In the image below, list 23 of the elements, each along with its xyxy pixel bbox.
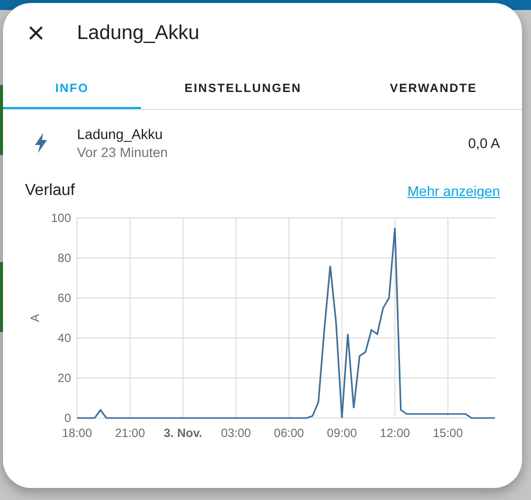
x-tick-label: 06:00: [274, 426, 304, 440]
history-title: Verlauf: [25, 182, 75, 200]
x-tick-label: 09:00: [326, 426, 357, 440]
x-tick-label: 18:00: [62, 426, 92, 440]
y-axis-label: A: [28, 314, 42, 322]
entity-state: 0,0 A: [468, 135, 500, 151]
x-tick-label: 03:00: [220, 426, 251, 440]
dialog-title: Ladung_Akku: [77, 22, 200, 44]
entity-name: Ladung_Akku: [77, 126, 164, 142]
x-tick-label: 21:00: [114, 426, 145, 440]
lightning-icon: [33, 132, 49, 154]
x-tick-label: 12:00: [380, 426, 410, 440]
y-tick-label: 0: [64, 411, 71, 425]
x-tick-label: 15:00: [432, 426, 463, 440]
y-tick-label: 40: [58, 331, 71, 345]
last-changed: Vor 23 Minuten: [77, 145, 169, 160]
tab[interactable]: VERWANDTE: [345, 69, 522, 109]
x-tick-label: 3. Nov.: [164, 426, 202, 440]
tab[interactable]: EINSTELLUNGEN: [141, 69, 345, 109]
y-tick-label: 60: [58, 291, 71, 305]
y-tick-label: 100: [50, 211, 71, 225]
y-tick-label: 80: [58, 251, 71, 265]
y-tick-label: 20: [58, 371, 71, 385]
